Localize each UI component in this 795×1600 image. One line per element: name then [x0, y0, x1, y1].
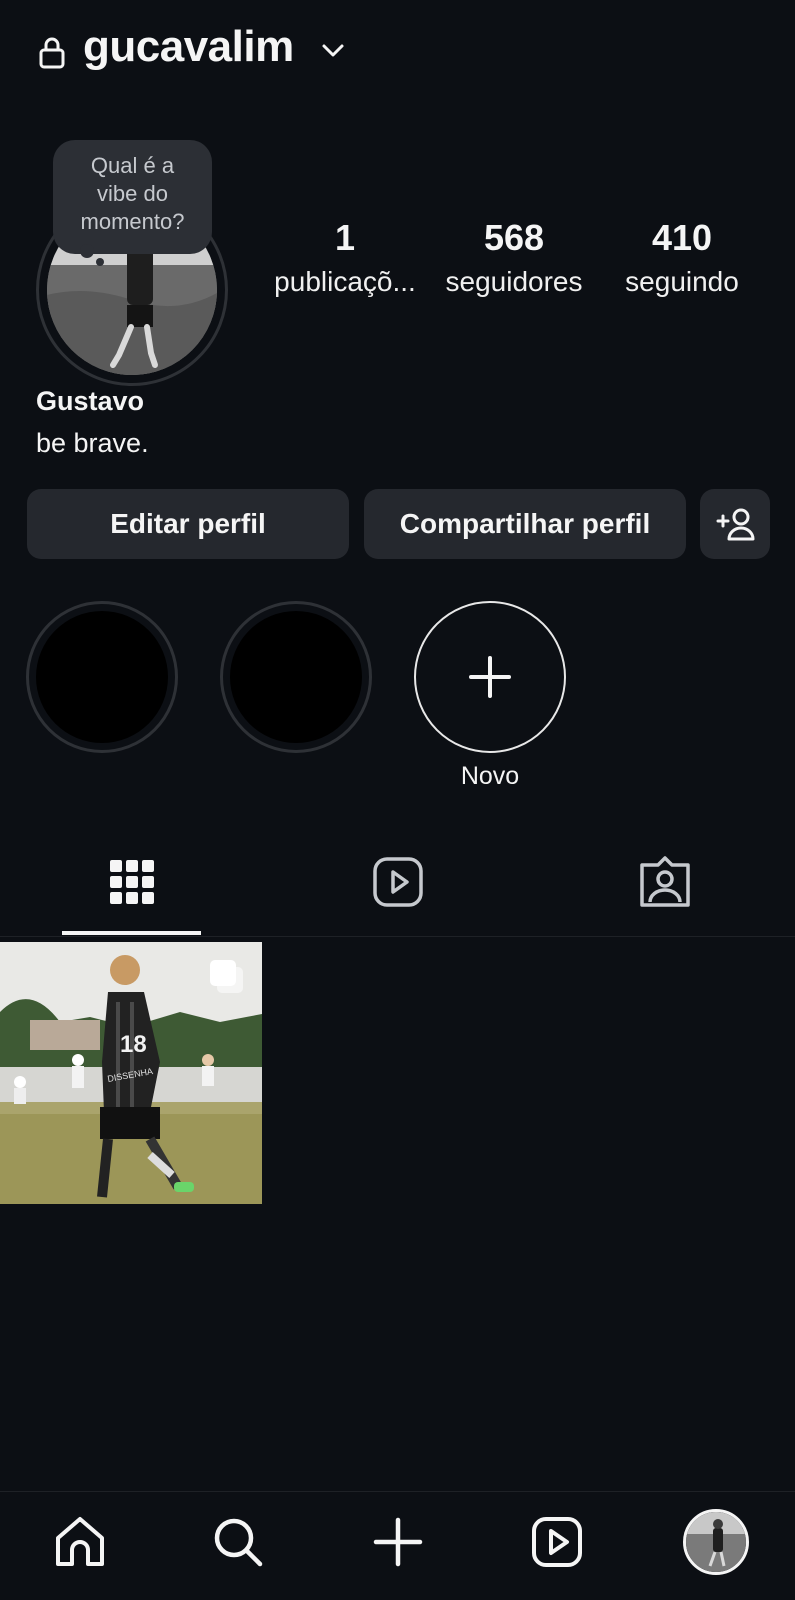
- profile-name: Gustavo: [36, 386, 145, 416]
- chevron-down-icon[interactable]: [320, 42, 346, 60]
- discover-people-button[interactable]: [700, 489, 770, 559]
- note-bubble-tail: [80, 244, 94, 258]
- stat-following-value: 410: [651, 217, 713, 258]
- note-bubble[interactable]: Qual é a vibe do momento?: [53, 140, 212, 254]
- profile-bio: be brave.: [36, 428, 149, 458]
- plus-icon: [469, 656, 511, 698]
- share-profile-button[interactable]: Compartilhar perfil: [364, 489, 686, 559]
- stat-posts-value: 1: [334, 217, 356, 258]
- stat-posts[interactable]: 1 publicaçõ...: [260, 216, 430, 302]
- lock-icon: [39, 37, 65, 69]
- stat-posts-label: publicaçõ...: [274, 266, 416, 297]
- grid-icon[interactable]: [102, 852, 162, 912]
- new-highlight-button[interactable]: [414, 601, 566, 753]
- note-text-line2: vibe do: [97, 181, 168, 206]
- username-switcher[interactable]: gucavalim: [83, 22, 294, 72]
- profile-avatar[interactable]: [683, 1509, 749, 1575]
- edit-profile-button[interactable]: Editar perfil: [27, 489, 349, 559]
- create-icon[interactable]: [368, 1512, 428, 1572]
- home-icon[interactable]: [50, 1512, 110, 1572]
- stat-following[interactable]: 410 seguindo: [597, 216, 767, 302]
- reels-icon[interactable]: [368, 852, 428, 912]
- reels-icon[interactable]: [527, 1512, 587, 1572]
- highlight-cover: [36, 611, 168, 743]
- jersey-number: 18: [120, 1031, 147, 1058]
- note-text-line1: Qual é a: [90, 153, 175, 178]
- add-person-icon: [716, 508, 755, 541]
- story-highlight[interactable]: [26, 601, 178, 753]
- stat-followers-value: 568: [483, 217, 545, 258]
- highlight-cover: [230, 611, 362, 743]
- active-tab-indicator: [62, 931, 201, 935]
- stat-following-label: seguindo: [625, 266, 739, 297]
- stat-followers-label: seguidores: [445, 266, 583, 297]
- tabs-divider: [0, 936, 795, 937]
- bottom-nav-divider: [0, 1491, 795, 1492]
- profile-avatar-photo: [686, 1512, 746, 1572]
- stat-followers[interactable]: 568 seguidores: [429, 216, 599, 302]
- multiple-photos-icon: [210, 960, 243, 993]
- note-text-line3: momento?: [80, 209, 185, 234]
- new-highlight-label: Novo: [460, 762, 520, 790]
- note-bubble-tail-small: [96, 258, 104, 266]
- story-highlight[interactable]: [220, 601, 372, 753]
- search-icon[interactable]: [208, 1512, 268, 1572]
- tagged-icon[interactable]: [635, 852, 695, 912]
